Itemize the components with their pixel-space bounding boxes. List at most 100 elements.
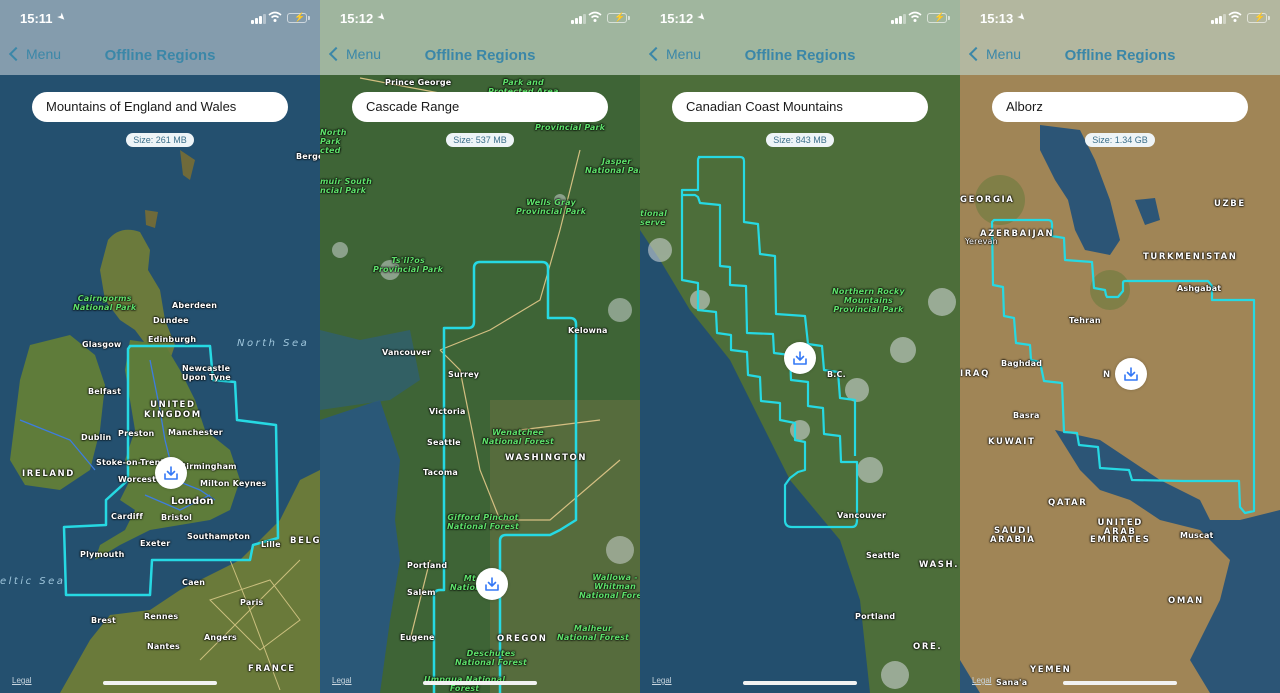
download-tray-icon (485, 577, 499, 591)
map-label-park: Gifford Pinchot National Forest (447, 513, 520, 531)
map-label-country: IRELAND (22, 469, 75, 479)
battery-cap (948, 16, 950, 20)
download-tray-icon (1124, 367, 1138, 381)
map-label: Nantes (147, 642, 181, 651)
download-tray-icon (793, 351, 807, 365)
page-title: Offline Regions (1064, 47, 1176, 64)
legal-link[interactable]: Legal (12, 676, 32, 685)
map-label-country: FRANCE (248, 664, 296, 674)
region-name-input[interactable] (992, 92, 1248, 122)
map-label: Glasgow (82, 340, 122, 349)
map-label: Milton Keynes (200, 479, 267, 488)
map-label-country: WASH. (919, 560, 960, 570)
legal-link[interactable]: Legal (332, 676, 352, 685)
map-label: Aberdeen (172, 301, 218, 310)
map-label-country: KUWAIT (988, 437, 1036, 447)
battery-charging-icon: ⚡ (287, 12, 307, 23)
battery-cap (628, 16, 630, 20)
map-label-country: OREGON (497, 634, 548, 644)
size-badge-wrapper: Size: 537 MB (320, 130, 640, 148)
map-label-park: Ts'il?os Provincial Park (373, 256, 444, 274)
size-badge-wrapper: Size: 261 MB (0, 130, 320, 148)
battery-charging-icon: ⚡ (1247, 12, 1267, 23)
battery-cap (1268, 16, 1270, 20)
size-badge: Size: 1.34 GB (1085, 133, 1155, 147)
map-label-park: Cairngorms National Park (73, 294, 137, 312)
location-arrow-icon: ➤ (54, 10, 69, 25)
size-badge-wrapper: Size: 1.34 GB (960, 130, 1280, 148)
cellular-signal-icon (251, 14, 266, 24)
map-label-sea: North Sea (237, 338, 310, 349)
battery-charging-icon: ⚡ (927, 12, 947, 23)
map-label-park: Wells Gray Provincial Park (516, 198, 587, 216)
map-label-country: SAUDI ARABIA (990, 526, 1036, 545)
location-arrow-icon: ➤ (374, 10, 389, 25)
nav-header: 15:13 ➤ ⚡ Menu Offline Regions (960, 0, 1280, 75)
size-badge: Size: 261 MB (126, 133, 194, 147)
download-button[interactable] (1115, 358, 1147, 390)
download-tray-icon (164, 466, 178, 480)
download-button[interactable] (476, 568, 508, 600)
map-label-country: UNITED ARAB EMIRATES (1090, 518, 1151, 545)
map-label: Brest (91, 616, 117, 625)
map-label: Basra (1013, 411, 1040, 420)
status-time: 15:11 (20, 11, 53, 26)
map-label-park: Jasper National Park (585, 157, 640, 175)
map-label: Tehran (1069, 316, 1101, 325)
map-label: Portland (855, 612, 896, 621)
battery-cap (308, 16, 310, 20)
map-label: Paris (240, 598, 264, 607)
map-label-country: YEMEN (1030, 665, 1072, 675)
map-label: Seattle (866, 551, 900, 560)
size-badge-wrapper: Size: 843 MB (640, 130, 960, 148)
legal-link[interactable]: Legal (652, 676, 672, 685)
phone-screen-cascade-range: Prince George Park and Protected Area No… (320, 0, 640, 693)
map-label: Newcastle Upon Tyne (182, 364, 231, 382)
region-name-input[interactable] (672, 92, 928, 122)
map-label-park: Malheur National Forest (557, 624, 630, 642)
map-label-park: Wenatchee National Forest (482, 428, 555, 446)
map-label-country: QATAR (1048, 498, 1088, 508)
map-label: Baghdad (1001, 359, 1043, 368)
nav-header: 15:11 ➤ ⚡ Menu Offline Regions (0, 0, 320, 75)
map-label: Yerevan (965, 237, 998, 246)
download-button[interactable] (784, 342, 816, 374)
map-label-country: ORE. (913, 642, 943, 652)
map-label: Dundee (153, 316, 189, 325)
home-indicator[interactable] (743, 681, 857, 685)
map-label: Birmingham (180, 462, 237, 471)
map-label: Cardiff (111, 512, 144, 521)
region-name-input[interactable] (32, 92, 288, 122)
wifi-icon (1228, 11, 1242, 22)
map-label: Ashgabat (1177, 284, 1222, 293)
home-indicator[interactable] (1063, 681, 1177, 685)
map-label: Berge (296, 152, 320, 161)
home-indicator[interactable] (423, 681, 537, 685)
size-badge: Size: 537 MB (446, 133, 514, 147)
map-label: Sana'a (996, 678, 1028, 687)
map-label: Vancouver (382, 348, 432, 357)
home-indicator[interactable] (103, 681, 217, 685)
legal-link[interactable]: Legal (972, 676, 992, 685)
map-label: Manchester (168, 428, 223, 437)
size-badge: Size: 843 MB (766, 133, 834, 147)
map-label: Portland (407, 561, 448, 570)
map-label-park: muir South ncial Park (320, 177, 372, 195)
phone-screen-canadian-coast-mountains: tional serve Northern Rocky Mountains Pr… (640, 0, 960, 693)
map-label: B.C. (827, 370, 846, 379)
map-label: Belfast (88, 387, 122, 396)
status-time: 15:12 (660, 11, 694, 26)
map-label: Rennes (144, 612, 179, 621)
map-label: Plymouth (80, 550, 125, 559)
map-label-park: Northern Rocky Mountains Provincial Park (832, 287, 905, 314)
phone-screen-england-wales: Berge Cairngorms National Park Aberdeen … (0, 0, 320, 693)
download-button[interactable] (155, 457, 187, 489)
map-label: Caen (182, 578, 206, 587)
map-label: Salem (407, 588, 436, 597)
location-arrow-icon: ➤ (1014, 10, 1029, 25)
nav-header: 15:12 ➤ ⚡ Menu Offline Regions (640, 0, 960, 75)
nav-header: 15:12 ➤ ⚡ Menu Offline Regions (320, 0, 640, 75)
map-label: Southampton (187, 532, 251, 541)
region-name-input[interactable] (352, 92, 608, 122)
map-label: Angers (204, 633, 237, 642)
